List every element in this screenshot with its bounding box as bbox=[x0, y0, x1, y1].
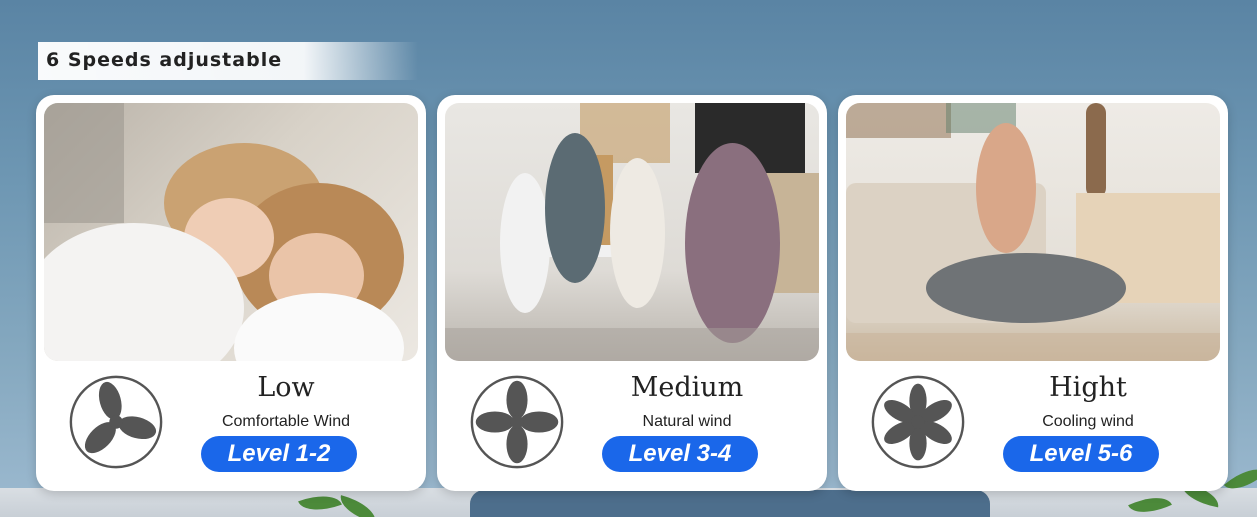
speed-subtitle: Comfortable Wind bbox=[221, 413, 351, 430]
speeds-banner: 6 Speeds adjustable bbox=[38, 42, 418, 80]
speed-card-high: Hight Cooling wind Level 5-6 bbox=[838, 95, 1228, 491]
sofa-decoration bbox=[470, 490, 990, 517]
speed-subtitle: Natural wind bbox=[642, 413, 732, 430]
photo-mother-daughter bbox=[44, 103, 418, 361]
speed-card-medium: Medium Natural wind Level 3-4 bbox=[437, 95, 827, 491]
speed-title: Hight bbox=[1049, 372, 1127, 403]
photo-woman-exercise bbox=[846, 103, 1220, 361]
banner-title: 6 Speeds adjustable bbox=[46, 49, 283, 71]
fan-icon bbox=[69, 375, 163, 469]
photo-family-game bbox=[445, 103, 819, 361]
speed-title: Low bbox=[257, 372, 315, 403]
level-badge: Level 1-2 bbox=[201, 436, 357, 472]
speed-card-low: Low Comfortable Wind Level 1-2 bbox=[36, 95, 426, 491]
fan-icon bbox=[470, 375, 564, 469]
level-badge: Level 5-6 bbox=[1003, 436, 1159, 472]
speed-title: Medium bbox=[630, 372, 744, 403]
banner-canvas: 6 Speeds adjustable Low Comfortable Wind… bbox=[0, 0, 1257, 517]
fan-icon bbox=[871, 375, 965, 469]
level-badge: Level 3-4 bbox=[602, 436, 758, 472]
speed-subtitle: Cooling wind bbox=[1042, 413, 1134, 430]
